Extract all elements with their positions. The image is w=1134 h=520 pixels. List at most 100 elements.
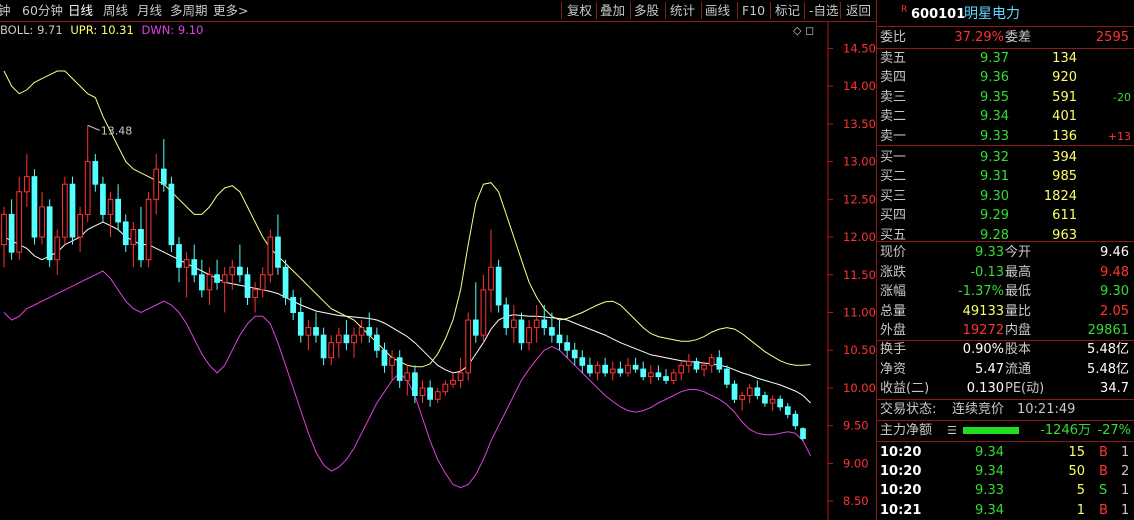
tick-volume: 50 [1068,464,1085,480]
toolbar-separator [561,2,562,19]
candle [678,361,685,381]
sell-level-volume: 136 [1052,128,1077,144]
y-tick-label: 11.50 [843,268,876,282]
sell-level-row: 卖四 9.36 920 [877,68,1134,87]
fundamental-row: 收益(二) 0.130 PE(动) 34.7 [877,379,1134,398]
kline-chart[interactable]: 14.50 14.00 13.50 13.00 12.50 12.00 11.50 11.00… [0,22,876,520]
quote-row: 现价 9.33 今开 9.46 [877,243,1134,262]
quote-label: 外盘 [880,323,907,339]
toolbar-separator [665,2,666,19]
candle [8,199,15,260]
candle [138,206,144,268]
candle [457,357,464,388]
candle [115,184,122,230]
buy-level-row: 买三 9.30 1824 [877,187,1134,206]
sell-level-volume: 591 [1052,89,1077,105]
candle [351,327,357,358]
toolbar-button-0[interactable]: 复权 [567,3,592,19]
candle [39,191,45,245]
tick-time: 10:21 [880,502,922,518]
main-force-label: 主力净额 [880,423,933,438]
candle [198,259,205,298]
toolbar-button-6[interactable]: 标记 [775,3,800,19]
toolbar-separator [770,2,771,19]
candle [244,267,251,305]
quote-value: 9.33 [975,245,1004,260]
tick-volume: 5 [1076,483,1085,499]
quote-value: 49133 [962,303,1004,319]
candle [305,320,312,351]
sell-level-label: 卖四 [880,70,907,86]
period-tab-4[interactable]: 月线 [137,3,162,19]
panel-divider [877,241,1134,242]
period-tab-1[interactable]: 60分钟 [22,3,63,19]
boll-upper-line [3,70,811,368]
candle [191,244,198,283]
main-force-bar [963,427,1019,434]
candle [670,369,677,385]
order-diff-value: 2595 [1095,30,1129,45]
candle [762,391,768,407]
period-tab-5[interactable]: 多周期 [170,3,208,19]
main-force-amount: -1246万 [1040,423,1091,438]
buy-level-volume: 394 [1052,150,1077,165]
candle [176,237,182,283]
toolbar-separator [804,2,805,19]
candle [800,427,806,441]
y-tick-label: 13.50 [843,117,876,131]
candle [716,350,723,373]
toolbar-button-3[interactable]: 统计 [670,3,695,19]
toolbar-button-1[interactable]: 叠加 [600,3,625,19]
candle [237,244,243,283]
fundamental-value: 5.47 [975,361,1004,377]
candle [655,365,662,381]
list-icon[interactable]: ☰ [947,421,957,440]
sell-level-row: 卖二 9.34 401 [877,107,1134,126]
candle [335,327,342,358]
buy-level-volume: 611 [1052,208,1077,224]
sell-level-volume: 134 [1052,51,1077,66]
candle [374,327,380,358]
rating-badge: R [901,5,908,15]
candle [130,221,137,268]
tick-row: 10:20 9.34 15 B 1 [877,443,1134,462]
candle [739,391,745,411]
candle [609,361,616,381]
candle [214,259,220,290]
toolbar-button-2[interactable]: 多股 [634,3,659,19]
candle [564,335,570,358]
candle [450,372,456,388]
period-tab-6[interactable]: 更多> [213,3,248,19]
buy-level-row: 买一 9.32 394 [877,148,1134,167]
tick-price: 9.34 [975,445,1004,460]
y-tick-label: 14.50 [843,41,876,55]
candle [442,380,449,396]
period-tab-2[interactable]: 日线 [68,3,93,19]
candle [434,387,441,404]
candle [107,191,114,238]
candle [16,176,23,260]
toolbar-button-8[interactable]: 返回 [846,3,871,19]
toolbar-separator [596,2,597,19]
toolbar-button-4[interactable]: 画线 [705,3,730,19]
quote-value: 2.05 [1100,303,1129,319]
fundamental-label: 换手 [880,342,907,357]
buy-level-label: 买四 [880,208,907,224]
candle [62,176,68,245]
period-toolbar: 钟 60分钟 日线 周线 月线 多周期 更多> 复权 叠加 多股 统计 画线 F10 标记 -自选 返回 [0,0,876,22]
sell-level-row: 卖三 9.35 591 -20 [877,88,1134,107]
candle [404,365,411,396]
panel-divider [877,26,1134,27]
toolbar-button-7[interactable]: -自选 [809,3,839,19]
y-tick-label: 8.50 [843,494,869,508]
period-tab-3[interactable]: 周线 [103,3,128,19]
buy-level-price: 9.31 [980,169,1009,185]
candle [647,365,654,385]
panel-divider [877,145,1134,146]
toolbar-button-5[interactable]: F10 [742,3,765,19]
candle [275,214,281,275]
candle [526,320,532,351]
tick-volume: 1 [1076,502,1085,518]
period-tab-0[interactable]: 钟 [0,3,11,19]
sell-level-volume: 920 [1052,70,1077,86]
